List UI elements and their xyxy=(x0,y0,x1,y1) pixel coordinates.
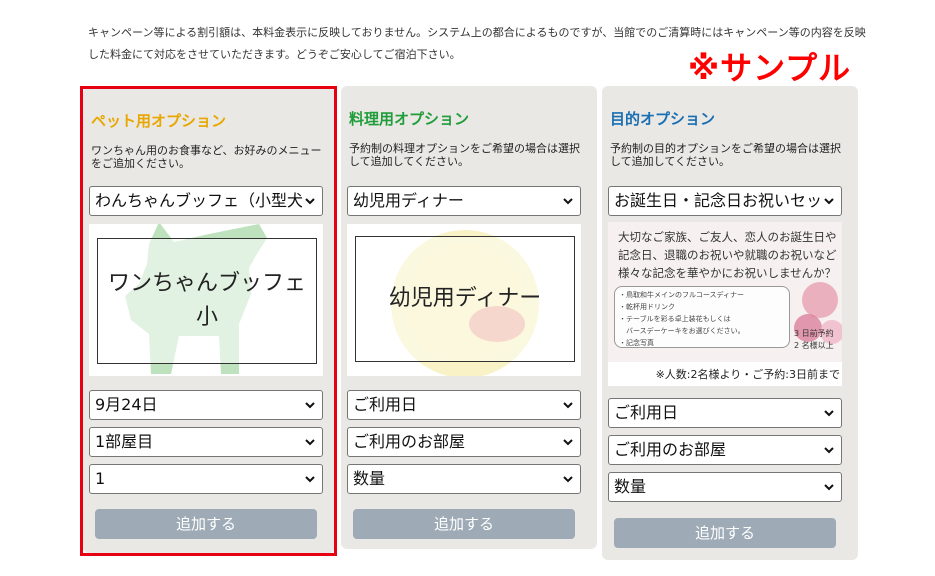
pet-option-title: ペット用オプション xyxy=(91,112,227,130)
chevron-down-icon xyxy=(821,187,837,215)
purpose-promo-list: ・鳥取和牛メインのフルコースディナー ・乾杯用ドリンク ・テーブルを彩る卓上装花… xyxy=(614,286,790,348)
chevron-down-icon xyxy=(302,187,318,215)
chevron-down-icon xyxy=(821,473,837,501)
purpose-option-description: 予約制の目的オプションをご希望の場合は選択して追加してください。 xyxy=(610,142,841,168)
pet-add-button[interactable]: 追加する xyxy=(95,509,317,539)
purpose-room-select-value: ご利用のお部屋 xyxy=(614,440,727,459)
food-quantity-select[interactable]: 数量 xyxy=(347,464,581,494)
purpose-promo-footnote: ※人数:2名様より・ご予約:3日前まで xyxy=(655,368,840,381)
food-add-button[interactable]: 追加する xyxy=(353,509,575,539)
chevron-down-icon xyxy=(560,465,576,493)
purpose-date-select-value: ご利用日 xyxy=(614,403,679,422)
promo-item: バースデーケーキをお選びください。 xyxy=(619,327,745,335)
food-room-select-value: ご利用のお部屋 xyxy=(353,432,466,451)
sample-label: ※サンプル xyxy=(688,49,852,87)
chevron-down-icon xyxy=(560,391,576,419)
purpose-menu-select-value: お誕生日・記念日お祝いセッ xyxy=(614,191,823,210)
promo-item: ・テーブルを彩る卓上装花もしくは xyxy=(619,315,731,323)
chevron-down-icon xyxy=(302,428,318,456)
pet-quantity-select[interactable]: 1 xyxy=(89,464,323,494)
food-menu-select[interactable]: 幼児用ディナー xyxy=(347,186,581,216)
purpose-promo-text: 大切なご家族、ご友人、恋人のお誕生日や記念日、退職のお祝いや就職のお祝いなど様々… xyxy=(618,230,837,280)
pet-menu-image-label: ワンちゃんブッフェ小 xyxy=(97,238,317,364)
food-date-select[interactable]: ご利用日 xyxy=(347,390,581,420)
promo-item: ・鳥取和牛メインのフルコースディナー xyxy=(619,291,745,299)
pet-room-select-value: 1部屋目 xyxy=(95,432,154,451)
food-option-description: 予約制の料理オプションをご希望の場合は選択して追加してください。 xyxy=(349,142,580,168)
promo-side-advance: 3 日前予約 xyxy=(794,329,834,338)
pet-date-select[interactable]: 9月24日 xyxy=(89,390,323,420)
pet-room-select[interactable]: 1部屋目 xyxy=(89,427,323,457)
purpose-menu-select[interactable]: お誕生日・記念日お祝いセッ xyxy=(608,186,842,216)
purpose-option-card: 目的オプション 予約制の目的オプションをご希望の場合は選択して追加してください。… xyxy=(602,86,858,560)
chevron-down-icon xyxy=(560,187,576,215)
food-menu-image-label: 幼児用ディナー xyxy=(355,236,575,362)
food-quantity-select-value: 数量 xyxy=(353,469,386,488)
chevron-down-icon xyxy=(821,436,837,464)
purpose-add-button[interactable]: 追加する xyxy=(614,518,836,548)
food-date-select-value: ご利用日 xyxy=(353,395,418,414)
food-menu-image: 幼児用ディナー xyxy=(347,224,581,376)
pet-date-select-value: 9月24日 xyxy=(95,395,158,414)
pet-option-card: ペット用オプション ワンちゃん用のお食事など、お好みのメニューをご追加ください。… xyxy=(83,88,335,553)
food-menu-select-value: 幼児用ディナー xyxy=(353,191,464,210)
promo-item: ・記念写真 xyxy=(619,339,654,347)
food-room-select[interactable]: ご利用のお部屋 xyxy=(347,427,581,457)
pet-menu-select-value: わんちゃんブッフェ（小型犬 xyxy=(95,191,304,210)
promo-side-people: 2 名様以上 xyxy=(794,341,834,350)
purpose-option-title: 目的オプション xyxy=(610,110,716,128)
purpose-quantity-select-value: 数量 xyxy=(614,477,647,496)
food-option-title: 料理用オプション xyxy=(349,110,470,128)
chevron-down-icon xyxy=(302,465,318,493)
pet-option-description: ワンちゃん用のお食事など、お好みのメニューをご追加ください。 xyxy=(91,144,322,170)
purpose-promo-image: 大切なご家族、ご友人、恋人のお誕生日や記念日、退職のお祝いや就職のお祝いなど様々… xyxy=(608,222,842,386)
pet-menu-image: ワンちゃんブッフェ小 xyxy=(89,224,323,376)
food-option-card: 料理用オプション 予約制の料理オプションをご希望の場合は選択して追加してください… xyxy=(341,86,597,549)
promo-side-notes: 3 日前予約 2 名様以上 xyxy=(794,328,834,352)
chevron-down-icon xyxy=(302,391,318,419)
purpose-date-select[interactable]: ご利用日 xyxy=(608,398,842,428)
chevron-down-icon xyxy=(821,399,837,427)
chevron-down-icon xyxy=(560,428,576,456)
purpose-quantity-select[interactable]: 数量 xyxy=(608,472,842,502)
pet-menu-select[interactable]: わんちゃんブッフェ（小型犬 xyxy=(89,186,323,216)
pet-image-text-line2: 小 xyxy=(195,305,218,330)
purpose-room-select[interactable]: ご利用のお部屋 xyxy=(608,435,842,465)
pet-quantity-select-value: 1 xyxy=(95,469,106,488)
promo-item: ・乾杯用ドリンク xyxy=(619,303,675,311)
pet-image-text-line1: ワンちゃんブッフェ xyxy=(107,271,306,296)
